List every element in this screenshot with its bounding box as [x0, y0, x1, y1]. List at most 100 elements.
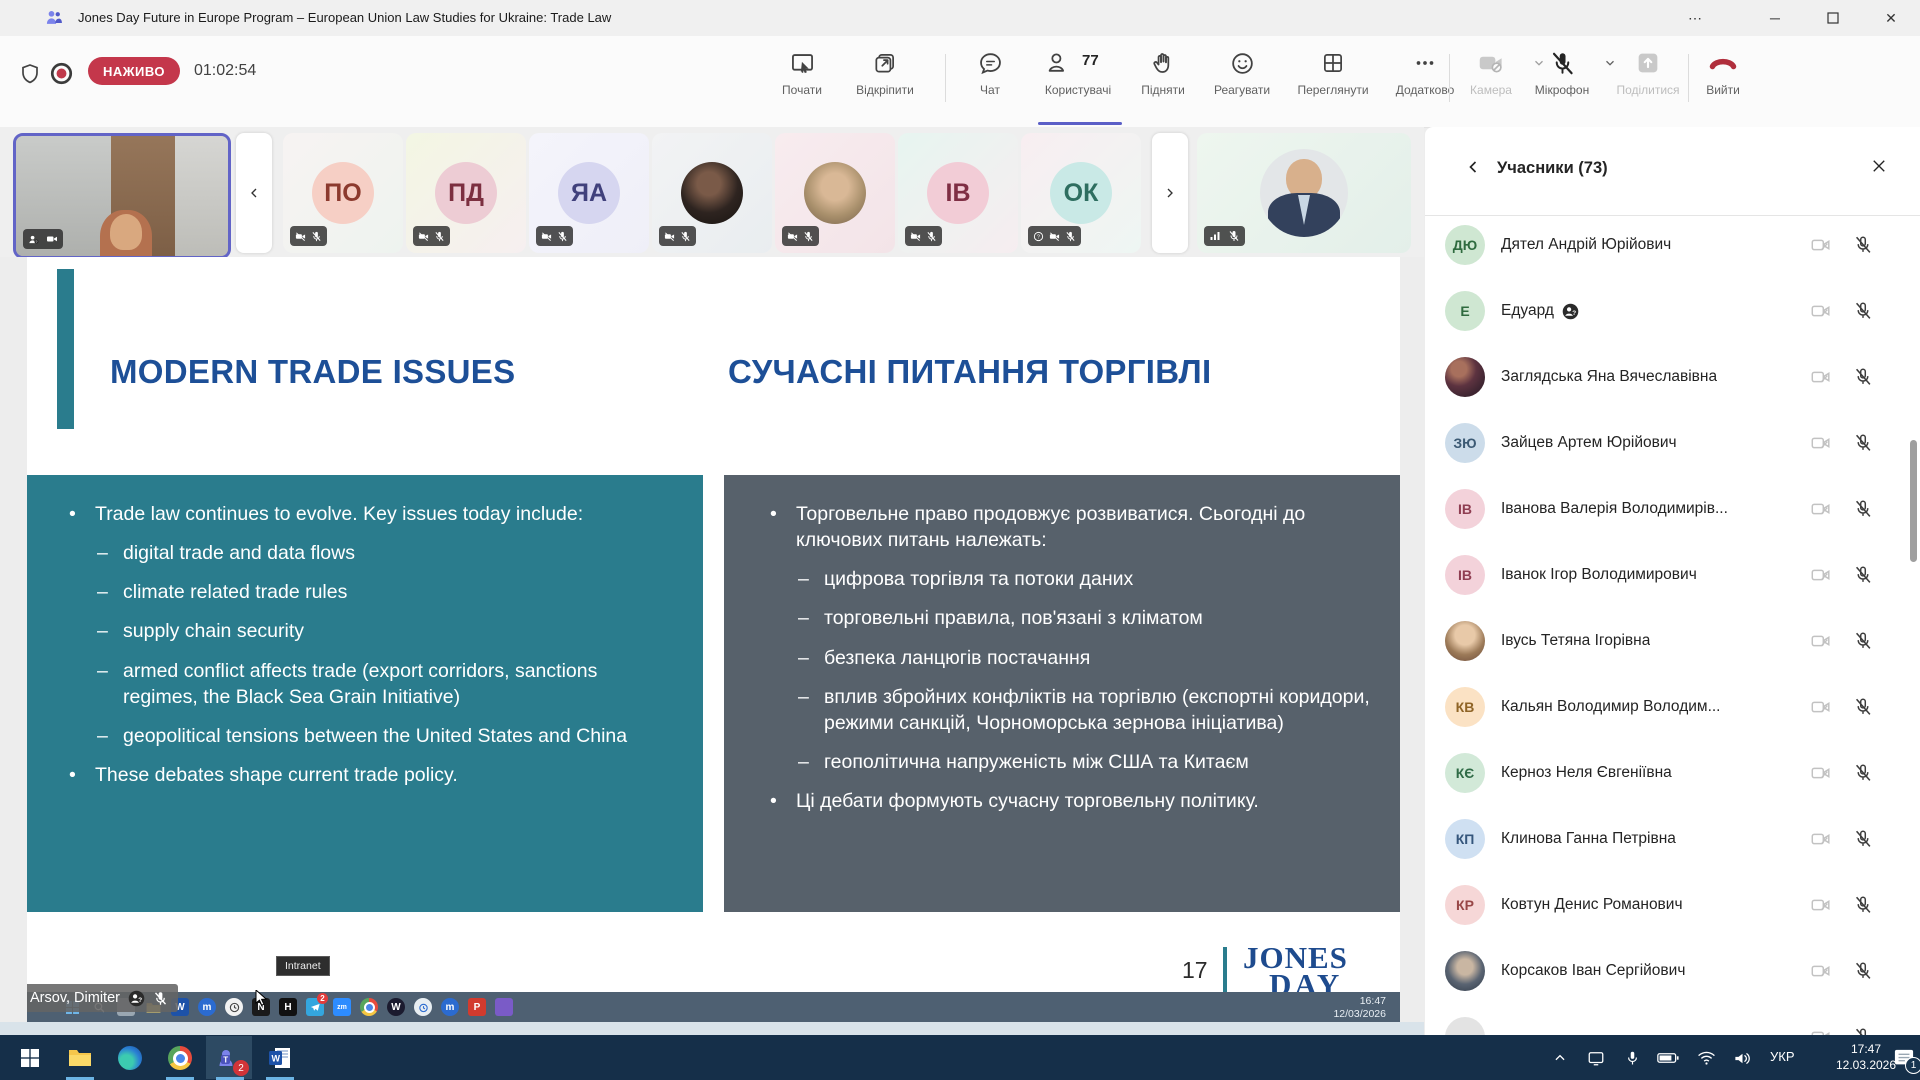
pinned-presenter-tile[interactable]	[1197, 133, 1411, 253]
window-maximize-button[interactable]	[1804, 0, 1862, 36]
slide-accent-bar	[57, 269, 74, 429]
participant-row[interactable]: ІВ Іванок Ігор Володимирович	[1445, 542, 1900, 608]
participants-panel: Учасники (73) ДЮ Дятел Андрій Юрійович Е…	[1425, 127, 1920, 1035]
word-icon[interactable]: W	[264, 1042, 296, 1074]
participant-row[interactable]: КЄ Керноз Неля Євгеніївна	[1445, 740, 1900, 806]
participant-row[interactable]: Заглядська Яна Вячеславівна	[1445, 344, 1900, 410]
unpin-button[interactable]: Відкріпити	[842, 48, 928, 97]
screen-share-icon	[759, 48, 845, 78]
camera-off-icon	[787, 231, 798, 242]
participant-tile[interactable]: ПО	[283, 133, 403, 253]
back-icon[interactable]	[1463, 157, 1483, 177]
camera-off-icon	[1049, 231, 1060, 242]
share-button[interactable]: Поділитися	[1605, 48, 1691, 97]
participant-row[interactable]: КП Клинова Ганна Петрівна	[1445, 806, 1900, 872]
mic-off-icon	[1852, 630, 1874, 652]
participant-tile[interactable]	[775, 133, 895, 253]
tray-mic-icon[interactable]	[1616, 1042, 1648, 1074]
avatar: ІВ	[927, 162, 989, 224]
file-explorer-icon[interactable]	[64, 1042, 96, 1074]
avatar-photo	[681, 162, 743, 224]
participant-row[interactable]: Е Едуард ?	[1445, 278, 1900, 344]
camera-off-icon	[541, 231, 552, 242]
person-question-icon: ?	[128, 990, 145, 1007]
svg-text:?: ?	[35, 239, 37, 243]
popout-icon	[842, 48, 928, 78]
participant-tile[interactable]: ОК ?	[1021, 133, 1141, 253]
mic-off-icon	[1852, 828, 1874, 850]
avatar: ОК	[1050, 162, 1112, 224]
teams-taskbar-icon[interactable]: T 2	[213, 1042, 245, 1074]
person-status-icon: ?	[28, 234, 39, 245]
window-title: Jones Day Future in Europe Program – Eur…	[78, 10, 611, 25]
start-presenting-button[interactable]: Почати	[759, 48, 845, 97]
participant-tile[interactable]: ІВ	[898, 133, 1018, 253]
close-icon[interactable]	[1870, 157, 1888, 175]
react-button[interactable]: Реагувати	[1199, 48, 1285, 97]
hang-up-icon	[1680, 48, 1766, 78]
tile-status-badges	[290, 226, 327, 246]
participant-row[interactable]: ДЮ Дятел Андрій Юрійович	[1445, 212, 1900, 278]
bullet: geopolitical tensions between the United…	[97, 723, 669, 749]
camera-off-icon	[664, 231, 675, 242]
participant-tile[interactable]: ПД	[406, 133, 526, 253]
camera-off-icon	[1810, 432, 1832, 454]
window-minimize-button[interactable]: ─	[1746, 0, 1804, 36]
bullet: supply chain security	[97, 618, 669, 644]
camera-off-icon	[1810, 564, 1832, 586]
mic-off-icon	[1852, 234, 1874, 256]
microphone-button[interactable]: Мікрофон	[1519, 48, 1605, 97]
participant-row[interactable]: ІВ Іванова Валерія Володимирів...	[1445, 476, 1900, 542]
raise-hand-button[interactable]: Підняти	[1120, 48, 1206, 97]
start-button[interactable]	[14, 1042, 46, 1074]
view-button[interactable]: Переглянути	[1290, 48, 1376, 97]
chrome-icon[interactable]	[164, 1042, 196, 1074]
tray-wifi-icon[interactable]	[1690, 1042, 1722, 1074]
participant-row[interactable]: КВ Кальян Володимир Володим...	[1445, 674, 1900, 740]
scroll-left-button[interactable]	[236, 133, 272, 253]
participant-tile[interactable]: ЯА	[529, 133, 649, 253]
tile-status-badges	[1204, 226, 1245, 246]
meeting-timer: 01:02:54	[194, 62, 256, 80]
leave-button[interactable]: Вийти	[1680, 48, 1766, 97]
participant-row[interactable]	[1445, 1004, 1900, 1035]
chat-button[interactable]: Чат	[947, 48, 1033, 97]
camera-off-icon	[1810, 894, 1832, 916]
svg-text:W: W	[272, 1054, 281, 1064]
panel-scrollbar[interactable]	[1910, 440, 1917, 562]
pdf-icon: P	[468, 998, 486, 1016]
telegram-badge: 2	[317, 993, 328, 1004]
tray-battery-icon[interactable]	[1652, 1042, 1684, 1074]
scroll-right-button[interactable]	[1152, 133, 1188, 253]
tile-status-badges	[905, 226, 942, 246]
edge-icon[interactable]	[114, 1042, 146, 1074]
tray-chevron-icon[interactable]	[1544, 1042, 1576, 1074]
avatar: ДЮ	[1445, 225, 1485, 265]
window-more-button[interactable]: ⋯	[1666, 0, 1724, 36]
notes-icon	[495, 998, 513, 1016]
participant-row[interactable]: КР Ковтун Денис Романович	[1445, 872, 1900, 938]
avatar: ІВ	[1445, 489, 1485, 529]
video-filmstrip: ? ПО ПД ЯА	[0, 127, 1424, 257]
security-shield-icon[interactable]	[18, 62, 42, 86]
speaker-video-tile[interactable]: ?	[13, 133, 231, 259]
mic-off-icon	[1852, 498, 1874, 520]
language-indicator[interactable]: УКР	[1770, 1049, 1795, 1064]
tile-status-badges	[413, 226, 450, 246]
participant-row[interactable]: Корсаков Іван Сергійович	[1445, 938, 1900, 1004]
tray-volume-icon[interactable]	[1726, 1042, 1758, 1074]
participant-row[interactable]: ЗЮ Зайцев Артем Юрійович	[1445, 410, 1900, 476]
bullet: вплив збройних конфліктів на торгівлю (е…	[798, 684, 1370, 736]
tray-cast-icon[interactable]	[1580, 1042, 1612, 1074]
participant-tile[interactable]	[652, 133, 772, 253]
recording-indicator-icon	[48, 60, 75, 87]
participant-row[interactable]: Івусь Тетяна Ігорівна	[1445, 608, 1900, 674]
svg-text:?: ?	[138, 997, 142, 1004]
camera-off-icon	[1810, 696, 1832, 718]
window-close-button[interactable]: ✕	[1862, 0, 1920, 36]
participants-button[interactable]: 77 Користувачі	[1030, 48, 1126, 97]
telegram-icon: 2	[306, 998, 324, 1016]
tile-status-badges	[782, 226, 819, 246]
action-center-icon[interactable]: 1	[1888, 1042, 1920, 1074]
mic-off-icon	[434, 231, 445, 242]
